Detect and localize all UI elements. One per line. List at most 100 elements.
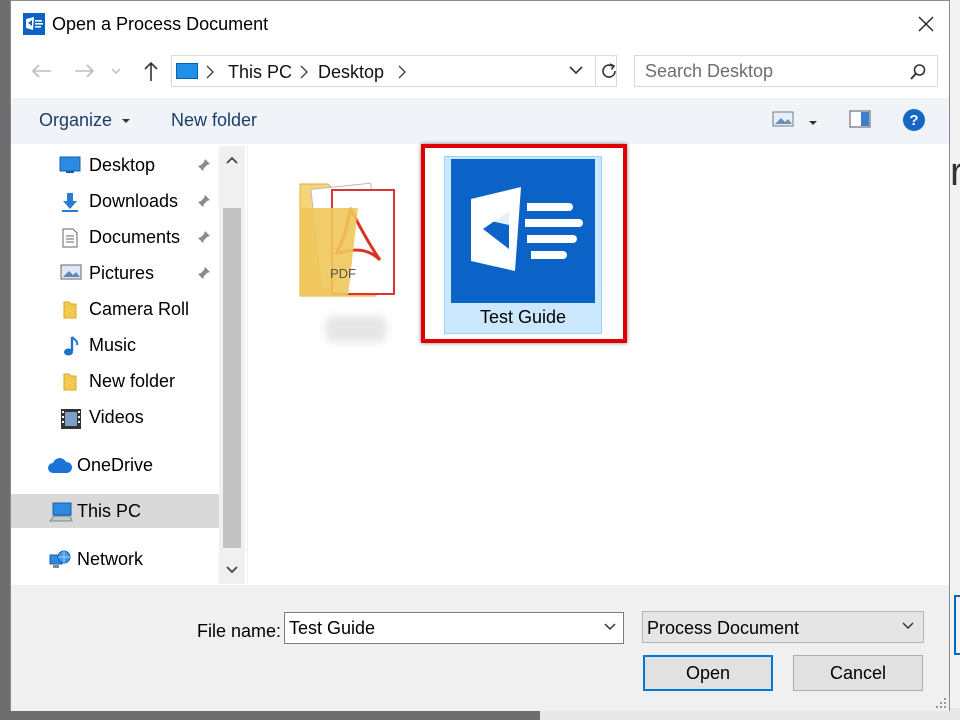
network-icon	[49, 550, 71, 568]
file-list: PDF Test Guide	[247, 144, 949, 584]
sidebar-item-new-folder[interactable]: New folder	[11, 364, 219, 398]
app-logo-icon	[23, 13, 45, 35]
caret-down-icon	[122, 119, 131, 124]
search-box[interactable]	[634, 55, 938, 87]
sidebar-item-label: This PC	[77, 501, 142, 521]
sidebar-item-label: Camera Roll	[89, 299, 190, 319]
command-bar: Organize New folder ?	[11, 98, 949, 144]
download-icon	[62, 193, 78, 212]
arrow-right-icon	[75, 64, 95, 78]
sidebar-item-this-pc[interactable]: This PC	[11, 494, 219, 528]
file-name-field-label: File name:	[197, 621, 282, 641]
refresh-icon	[601, 63, 616, 78]
chevron-right-icon	[206, 65, 214, 79]
sidebar-item-videos[interactable]: Videos	[11, 400, 219, 434]
chevron-down-icon[interactable]	[568, 64, 584, 76]
open-button[interactable]: Open	[643, 655, 773, 691]
navigation-pane: Desktop Downloads Documents Pictures Cam…	[11, 146, 245, 584]
up-button[interactable]	[137, 58, 165, 84]
chevron-down-icon	[226, 566, 238, 574]
computer-icon	[49, 502, 73, 522]
sidebar-item-onedrive[interactable]: OneDrive	[11, 448, 219, 482]
pin-icon	[198, 159, 210, 171]
back-button[interactable]	[27, 58, 55, 84]
help-button[interactable]: ?	[902, 108, 926, 137]
resize-grip-icon[interactable]	[935, 697, 947, 709]
help-icon: ?	[903, 109, 925, 131]
chevron-right-icon	[300, 65, 308, 79]
navigation-row: This PC Desktop	[11, 47, 949, 95]
file-type-value: Process Document	[647, 618, 800, 638]
dialog-footer: File name: Process Document Open Cancel	[11, 585, 949, 711]
file-name-label: Test Guide	[479, 307, 567, 327]
sidebar-item-label: New folder	[89, 371, 176, 391]
arrow-up-icon	[144, 61, 158, 81]
sidebar-item-pictures[interactable]: Pictures	[11, 256, 219, 290]
sidebar-item-music[interactable]: Music	[11, 328, 219, 362]
preview-pane-icon	[849, 110, 871, 128]
chevron-down-icon[interactable]	[603, 622, 617, 632]
blurred-file-label	[326, 316, 386, 342]
view-options-button[interactable]	[808, 114, 818, 132]
arrow-left-icon	[31, 64, 51, 78]
file-name-combobox[interactable]	[284, 612, 624, 644]
search-input[interactable]	[635, 56, 905, 86]
folder-icon	[63, 373, 77, 391]
close-button[interactable]	[903, 1, 949, 47]
sidebar-item-label: Music	[89, 335, 137, 355]
cancel-button[interactable]: Cancel	[793, 655, 923, 691]
pin-icon	[198, 267, 210, 279]
change-view-button[interactable]	[772, 110, 796, 133]
pdf-badge: PDF	[330, 266, 356, 281]
music-icon	[64, 336, 79, 356]
chevron-down-icon	[902, 622, 914, 630]
sidebar-item-desktop[interactable]: Desktop	[11, 148, 219, 182]
caret-down-icon	[809, 121, 817, 125]
pin-icon	[198, 231, 210, 243]
breadcrumb-desktop[interactable]: Desktop	[318, 62, 384, 83]
background-glyph: r	[950, 150, 960, 194]
file-item-pdf-folder[interactable]: PDF	[278, 156, 428, 342]
sidebar-item-label: Documents	[89, 227, 181, 247]
new-folder-button[interactable]: New folder	[171, 110, 257, 131]
chevron-down-icon	[111, 68, 121, 74]
window-title: Open a Process Document	[52, 14, 269, 34]
file-item-test-guide[interactable]: Test Guide	[444, 156, 602, 334]
svg-text:?: ?	[909, 112, 918, 129]
view-large-icons-icon	[772, 111, 794, 127]
preview-pane-button[interactable]	[849, 110, 871, 133]
sidebar-item-label: Pictures	[89, 263, 155, 283]
sidebar-item-label: Network	[77, 549, 144, 569]
navigation-scrollbar[interactable]	[219, 146, 245, 584]
sidebar-item-network[interactable]: Network	[11, 542, 219, 576]
sidebar-item-label: OneDrive	[77, 455, 154, 475]
sidebar-item-label: Videos	[89, 407, 144, 427]
address-bar[interactable]: This PC Desktop	[171, 55, 617, 87]
organize-label: Organize	[39, 110, 113, 130]
sidebar-item-downloads[interactable]: Downloads	[11, 184, 219, 218]
refresh-button[interactable]	[595, 55, 621, 87]
sidebar-item-camera-roll[interactable]: Camera Roll	[11, 292, 219, 326]
open-dialog: Open a Process Document This PC Desktop	[10, 0, 950, 711]
document-icon	[62, 228, 78, 248]
desktop-icon	[59, 156, 81, 173]
process-document-icon	[451, 159, 595, 303]
scroll-down-button[interactable]	[223, 560, 241, 580]
sidebar-item-label: Desktop	[89, 155, 156, 175]
close-icon	[918, 16, 934, 32]
scroll-thumb[interactable]	[223, 208, 241, 548]
breadcrumb-this-pc[interactable]: This PC	[228, 62, 292, 83]
forward-button[interactable]	[71, 58, 99, 84]
file-type-select[interactable]: Process Document	[642, 611, 924, 643]
search-icon	[910, 64, 926, 80]
videos-icon	[61, 409, 81, 429]
title-bar: Open a Process Document	[11, 1, 949, 47]
recent-locations-button[interactable]	[107, 58, 125, 84]
scroll-up-button[interactable]	[223, 150, 241, 170]
organize-menu[interactable]: Organize	[39, 110, 131, 131]
sidebar-item-label: Downloads	[89, 191, 179, 211]
sidebar-item-documents[interactable]: Documents	[11, 220, 219, 254]
pin-icon	[198, 195, 210, 207]
file-name-input[interactable]	[285, 613, 585, 643]
folder-icon	[63, 301, 77, 319]
